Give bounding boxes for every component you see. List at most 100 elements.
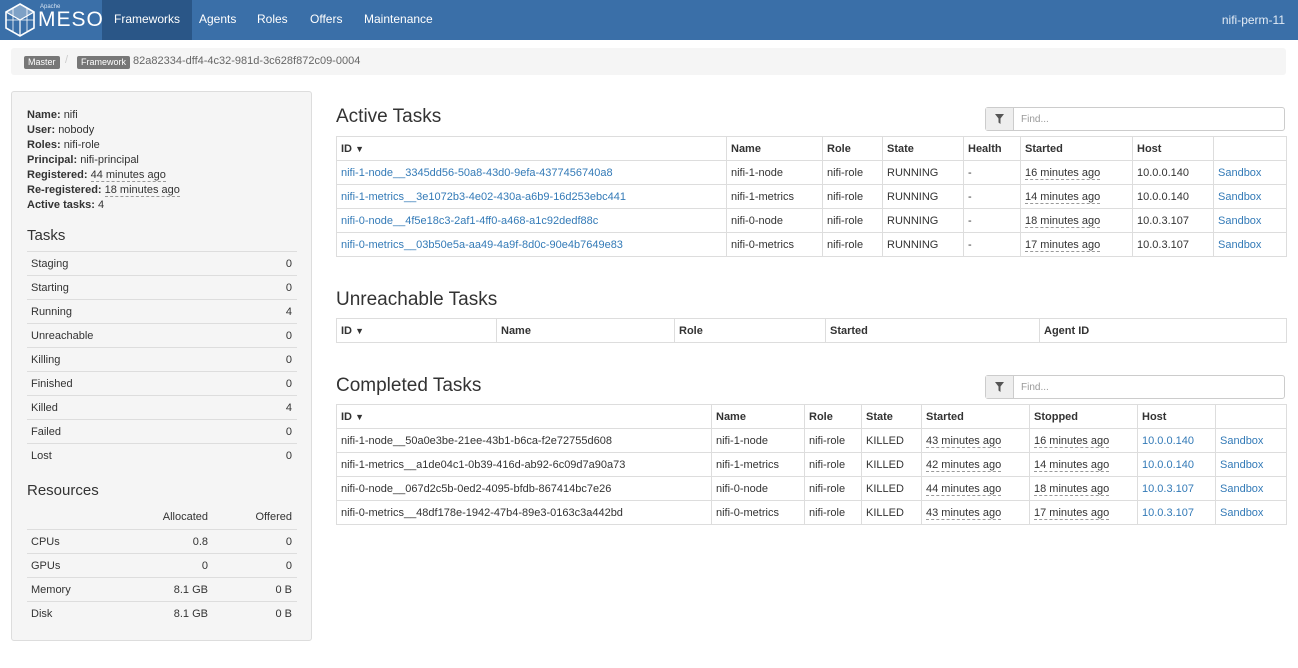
resource-row: CPUs 0.8 0 [27, 529, 297, 553]
task-name: nifi-1-node [711, 428, 805, 453]
task-stat-value: 0 [285, 258, 292, 270]
column-id-label: ID [341, 410, 352, 423]
column-host[interactable]: Host [1132, 136, 1214, 161]
info-roles: Roles: nifi-role [27, 138, 100, 153]
task-stat-label: Starting [31, 282, 69, 294]
column-id[interactable]: ID ▼ [336, 136, 727, 161]
info-name: Name: nifi [27, 108, 78, 123]
table-row: nifi-1-node__50a0e3be-21ee-43b1-b6ca-f2e… [336, 428, 1287, 453]
task-name: nifi-0-metrics [711, 500, 805, 525]
nav-frameworks[interactable]: Frameworks [102, 0, 193, 40]
column-stopped[interactable]: Stopped [1029, 404, 1138, 429]
table-row: nifi-1-metrics__3e1072b3-4e02-430a-a6b9-… [336, 184, 1287, 209]
table-row: nifi-1-node__3345dd56-50a8-43d0-9efa-437… [336, 160, 1287, 185]
host-link[interactable]: 10.0.0.140 [1142, 435, 1194, 447]
nav-roles[interactable]: Roles [245, 0, 300, 40]
resource-allocated: 8.1 GB [173, 608, 208, 620]
completed-tasks-table: ID ▼ Name Role State Started Stopped Hos… [336, 404, 1287, 525]
column-id[interactable]: ID ▼ [336, 404, 712, 429]
task-stat-value: 4 [285, 306, 292, 318]
resource-offered: 0 B [275, 584, 292, 596]
resource-row: GPUs 0 0 [27, 553, 297, 577]
info-active-tasks-value: 4 [97, 199, 105, 211]
column-started[interactable]: Started [921, 404, 1030, 429]
column-role[interactable]: Role [822, 136, 883, 161]
table-header-row: ID ▼ Name Role Started Agent ID [336, 318, 1287, 343]
active-tasks-title: Active Tasks [336, 106, 442, 127]
task-id-link[interactable]: nifi-0-metrics__03b50e5a-aa49-4a9f-8d0c-… [341, 239, 623, 251]
task-health: - [963, 232, 1021, 257]
task-stat-label: Failed [31, 426, 61, 438]
host-link[interactable]: 10.0.3.107 [1142, 483, 1194, 495]
resources-header-row: Allocated Offered [27, 506, 297, 528]
nav-offers[interactable]: Offers [298, 0, 354, 40]
active-tasks-search-input[interactable] [1019, 111, 1269, 127]
sandbox-link[interactable]: Sandbox [1220, 507, 1263, 519]
task-id-link[interactable]: nifi-1-metrics__3e1072b3-4e02-430a-a6b9-… [341, 191, 626, 203]
task-started: 43 minutes ago [926, 434, 1002, 448]
cluster-name: nifi-perm-11 [1221, 13, 1285, 27]
column-state[interactable]: State [882, 136, 964, 161]
filter-icon[interactable] [986, 108, 1014, 130]
info-principal-value: nifi-principal [80, 154, 139, 166]
info-reregistered-label: Re-registered: [27, 184, 102, 196]
task-name: nifi-1-metrics [711, 452, 805, 477]
completed-tasks-search [985, 375, 1285, 399]
nav-agents[interactable]: Agents [187, 0, 248, 40]
column-agent-id[interactable]: Agent ID [1039, 318, 1287, 343]
breadcrumb-master[interactable]: Master [24, 56, 60, 69]
task-stat-row: Running 4 [27, 299, 297, 323]
task-health: - [963, 160, 1021, 185]
task-name: nifi-0-node [726, 208, 823, 233]
column-name[interactable]: Name [496, 318, 675, 343]
task-stat-value: 0 [285, 330, 292, 342]
completed-tasks-search-input[interactable] [1019, 379, 1269, 395]
table-row: nifi-0-metrics__48df178e-1942-47b4-89e3-… [336, 500, 1287, 525]
info-user-label: User: [27, 124, 56, 136]
resources-heading: Resources [27, 482, 99, 499]
column-id[interactable]: ID ▼ [336, 318, 497, 343]
task-id: nifi-1-node__50a0e3be-21ee-43b1-b6ca-f2e… [336, 428, 712, 453]
task-stat-label: Finished [31, 378, 73, 390]
sandbox-link[interactable]: Sandbox [1220, 483, 1263, 495]
table-header-row: ID ▼ Name Role State Started Stopped Hos… [336, 404, 1287, 429]
task-health: - [963, 208, 1021, 233]
host-link[interactable]: 10.0.0.140 [1142, 459, 1194, 471]
sandbox-link[interactable]: Sandbox [1218, 215, 1261, 227]
filter-icon[interactable] [986, 376, 1014, 398]
column-started[interactable]: Started [1020, 136, 1133, 161]
sandbox-link[interactable]: Sandbox [1218, 239, 1261, 251]
sandbox-link[interactable]: Sandbox [1218, 191, 1261, 203]
task-started: 43 minutes ago [926, 506, 1002, 520]
task-state: KILLED [861, 428, 922, 453]
mesos-logo[interactable]: Apache MESOS [0, 0, 118, 40]
sandbox-link[interactable]: Sandbox [1220, 435, 1263, 447]
task-stat-value: 4 [285, 402, 292, 414]
task-stat-row: Killed 4 [27, 395, 297, 419]
column-host[interactable]: Host [1137, 404, 1216, 429]
task-state: RUNNING [882, 232, 964, 257]
task-id-link[interactable]: nifi-1-node__3345dd56-50a8-43d0-9efa-437… [341, 167, 613, 179]
column-role[interactable]: Role [804, 404, 862, 429]
task-name: nifi-1-metrics [726, 184, 823, 209]
resources-offered-header: Offered [255, 511, 293, 523]
task-health: - [963, 184, 1021, 209]
column-sandbox [1213, 136, 1287, 161]
task-id-link[interactable]: nifi-0-node__4f5e18c3-2af1-4ff0-a468-a1c… [341, 215, 598, 227]
sandbox-link[interactable]: Sandbox [1218, 167, 1261, 179]
task-state: RUNNING [882, 160, 964, 185]
column-state[interactable]: State [861, 404, 922, 429]
column-name[interactable]: Name [726, 136, 823, 161]
host-link[interactable]: 10.0.3.107 [1142, 507, 1194, 519]
task-stopped: 16 minutes ago [1034, 434, 1110, 448]
nav-maintenance[interactable]: Maintenance [352, 0, 445, 40]
task-stat-row: Starting 0 [27, 275, 297, 299]
column-started[interactable]: Started [825, 318, 1040, 343]
tasks-heading: Tasks [27, 227, 66, 244]
sandbox-link[interactable]: Sandbox [1220, 459, 1263, 471]
info-user: User: nobody [27, 123, 94, 138]
column-name[interactable]: Name [711, 404, 805, 429]
column-role[interactable]: Role [674, 318, 826, 343]
task-id: nifi-0-node__067d2c5b-0ed2-4095-bfdb-867… [336, 476, 712, 501]
column-health[interactable]: Health [963, 136, 1021, 161]
